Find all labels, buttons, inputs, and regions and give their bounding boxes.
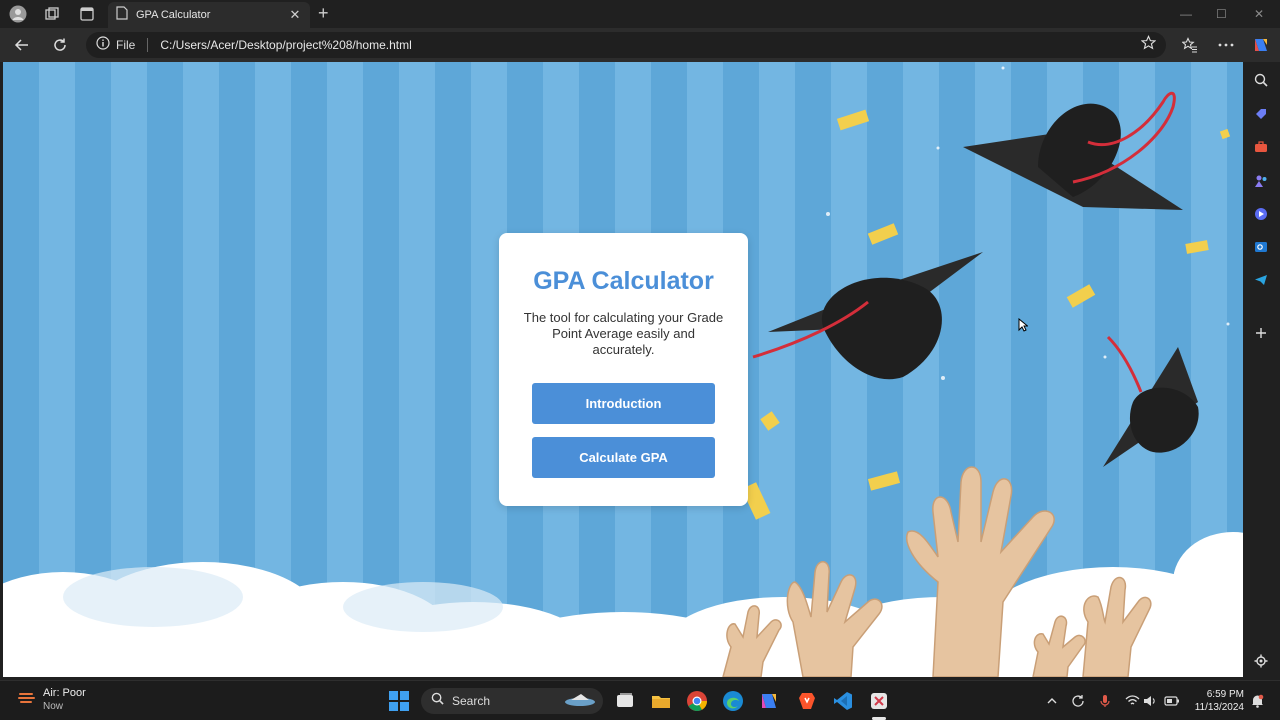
vscode-icon[interactable] <box>832 690 854 712</box>
browser-toolbar: File C:/Users/Acer/Desktop/project%208/h… <box>0 28 1280 62</box>
tools-briefcase-icon[interactable] <box>1252 138 1270 156</box>
microphone-icon[interactable] <box>1097 693 1113 709</box>
notification-bell-icon[interactable] <box>1249 693 1265 709</box>
address-separator <box>147 38 149 52</box>
outlook-icon[interactable] <box>1252 238 1270 256</box>
system-clock[interactable]: 6:59 PM 11/13/2024 <box>1188 688 1244 714</box>
gpa-card: GPA Calculator The tool for calculating … <box>499 233 748 506</box>
battery-icon[interactable] <box>1164 693 1180 709</box>
tab-actions-icon[interactable] <box>78 5 96 23</box>
clock-date: 11/13/2024 <box>1194 702 1244 713</box>
copilot-taskbar-icon[interactable] <box>758 690 780 712</box>
page-description: The tool for calculating your Grade Poin… <box>523 310 724 357</box>
edge-icon[interactable] <box>722 690 744 712</box>
gear-icon[interactable] <box>1252 652 1270 670</box>
brave-icon[interactable] <box>796 690 818 712</box>
snipping-tool-icon[interactable] <box>868 690 890 712</box>
favorites-icon[interactable] <box>1180 35 1200 55</box>
address-bar[interactable]: File C:/Users/Acer/Desktop/project%208/h… <box>86 32 1166 58</box>
search-highlight-icon <box>563 690 597 713</box>
back-arrow-icon[interactable] <box>12 35 32 55</box>
wifi-icon[interactable] <box>1124 693 1140 709</box>
chevron-up-icon[interactable] <box>1044 693 1060 709</box>
new-tab-button[interactable]: + <box>318 4 329 22</box>
profile-icon[interactable] <box>9 5 27 23</box>
copilot-icon[interactable] <box>1251 35 1271 55</box>
browser-title-bar: GPA Calculator ✕ + — ☐ ✕ <box>0 0 1280 28</box>
calculate-gpa-button[interactable]: Calculate GPA <box>532 437 715 478</box>
taskbar-search[interactable]: Search <box>421 688 603 714</box>
info-icon[interactable] <box>96 35 110 55</box>
search-icon[interactable] <box>1252 71 1270 89</box>
shopping-tag-icon[interactable] <box>1252 105 1270 123</box>
chrome-icon[interactable] <box>686 690 708 712</box>
refresh-icon[interactable] <box>50 35 70 55</box>
minimize-icon[interactable]: — <box>1180 7 1192 21</box>
search-label: Search <box>452 694 491 708</box>
search-icon <box>431 692 444 710</box>
tab-gpa-calculator[interactable]: GPA Calculator ✕ <box>108 2 310 28</box>
sync-icon[interactable] <box>1070 693 1086 709</box>
page-document-icon <box>116 5 128 25</box>
add-sidebar-app-icon[interactable] <box>1252 324 1270 342</box>
air-quality-icon <box>18 689 36 712</box>
volume-icon[interactable] <box>1142 693 1158 709</box>
tab-title: GPA Calculator <box>136 9 211 21</box>
page-title: GPA Calculator <box>533 267 714 295</box>
close-tab-icon[interactable]: ✕ <box>288 7 302 23</box>
maximize-icon[interactable]: ☐ <box>1216 7 1227 21</box>
weather-widget[interactable]: Air: Poor Now <box>18 687 86 713</box>
copilot-app-icon[interactable] <box>1252 205 1270 223</box>
workspaces-icon[interactable] <box>43 5 61 23</box>
window-close-icon[interactable]: ✕ <box>1254 7 1264 21</box>
star-icon[interactable] <box>1140 35 1157 55</box>
windows-start-icon[interactable] <box>389 691 409 711</box>
page-viewport: GPA Calculator The tool for calculating … <box>3 62 1243 677</box>
weather-status: Air: Poor <box>43 687 86 699</box>
clock-time: 6:59 PM <box>1206 689 1244 700</box>
more-icon[interactable] <box>1216 35 1236 55</box>
telegram-icon[interactable] <box>1252 271 1270 289</box>
edge-sidebar <box>1243 62 1280 677</box>
weather-time: Now <box>43 701 64 712</box>
taskview-icon[interactable] <box>614 690 636 712</box>
windows-taskbar: Air: Poor Now Search 6:59 PM 11/13/2024 <box>0 680 1280 720</box>
games-icon[interactable] <box>1252 172 1270 190</box>
introduction-button[interactable]: Introduction <box>532 383 715 424</box>
address-url[interactable]: C:/Users/Acer/Desktop/project%208/home.h… <box>160 38 1141 52</box>
file-explorer-icon[interactable] <box>650 690 672 712</box>
address-scheme-label: File <box>116 38 136 52</box>
mouse-cursor-icon <box>1018 318 1028 332</box>
